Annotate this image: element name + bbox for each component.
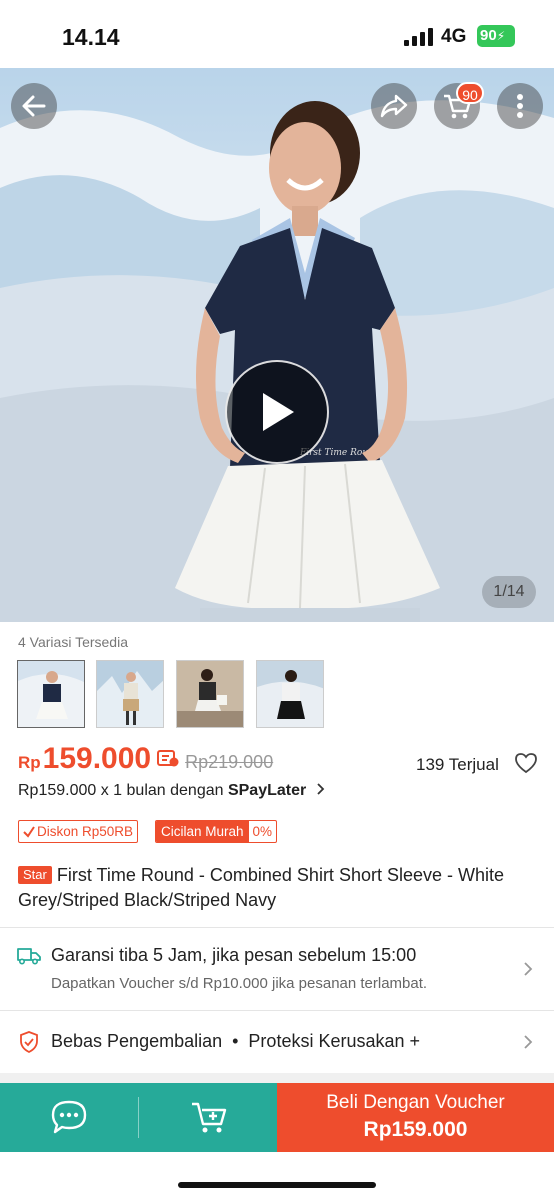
buy-price: Rp159.000 [363,1118,468,1141]
price-currency: Rp [18,753,41,772]
truck-icon [17,948,41,965]
more-options-button[interactable] [497,83,543,129]
buy-with-voucher-button[interactable]: Beli Dengan Voucher Rp159.000 [277,1083,554,1152]
arrow-left-icon [22,95,46,117]
add-to-cart-button[interactable] [190,1099,228,1140]
share-button[interactable] [371,83,417,129]
variation-image [177,661,243,727]
chat-icon [51,1100,87,1134]
network-label: 4G [441,26,467,47]
variation-image [97,661,163,727]
original-price: Rp219.000 [185,752,274,772]
cicilan-label: Cicilan Murah [156,821,249,842]
spaylater-installment[interactable]: Rp159.000 x 1 bulan dengan SPayLater [18,782,325,800]
shipping-subtitle: Dapatkan Voucher s/d Rp10.000 jika pesan… [51,975,428,992]
signal-icon [404,28,433,46]
status-time: 14.14 [62,24,120,50]
variation-thumbnail[interactable] [96,660,164,728]
variation-image [18,661,84,727]
home-indicator[interactable] [178,1182,376,1188]
variation-thumbnail[interactable] [176,660,244,728]
shipping-guarantee-row[interactable]: Garansi tiba 5 Jam, jika pesan sebelum 1… [0,928,554,1010]
check-icon [23,826,35,838]
sold-count: 139 Terjual [416,755,499,774]
heart-icon[interactable] [514,752,538,774]
battery-level: 90 [480,27,497,44]
product-title-text: First Time Round - Combined Shirt Short … [18,865,505,910]
installment-text: Rp159.000 x 1 bulan dengan [18,782,228,799]
chevron-right-icon [524,962,533,976]
variation-thumbnail[interactable] [256,660,324,728]
price-row: Rp 159.000 Rp219.000 [18,742,273,778]
cart-plus-icon [192,1102,227,1133]
returns-protection-row[interactable]: Bebas Pengembalian • Proteksi Kerusakan … [0,1011,554,1073]
back-button[interactable] [11,83,57,129]
spaylater-brand: SPayLater [227,782,307,799]
variation-thumbnail[interactable] [17,660,85,728]
cicilan-badge: Cicilan Murah 0% [155,820,278,843]
returns-text: Bebas Pengembalian • Proteksi Kerusakan … [51,1031,421,1051]
variation-label: 4 Variasi Tersedia [18,634,128,650]
play-video-button[interactable] [225,360,329,464]
play-icon [263,393,294,431]
discount-badge: Diskon Rp50RB [18,820,139,843]
share-icon [380,94,408,118]
status-bar: 14.14 4G 90⚡ [0,0,554,68]
chevron-right-icon [524,1035,533,1049]
product-photo: First Time Round [0,100,554,622]
bottom-action-bar: Beli Dengan Voucher Rp159.000 [0,1083,554,1152]
image-counter: 1/14 [482,576,536,608]
shipping-title: Garansi tiba 5 Jam, jika pesan sebelum 1… [51,945,417,965]
current-price: 159.000 [42,742,152,775]
more-vertical-icon [517,94,523,118]
secondary-actions [0,1083,277,1152]
cart-count-badge: 90 [456,82,484,104]
battery-icon: 90⚡ [477,25,515,47]
product-image-carousel[interactable]: First Time Round [0,68,554,622]
chat-button[interactable] [50,1099,88,1140]
variation-image [257,661,323,727]
coin-voucher-icon [157,750,179,767]
discount-text: Diskon Rp50RB [37,824,134,839]
product-title: Star First Time Round - Combined Shirt Sh… [18,863,543,913]
cicilan-percent: 0% [252,824,273,839]
shield-icon [20,1031,38,1053]
section-spacer [0,1073,554,1083]
chevron-right-icon [317,783,324,795]
bar-separator [138,1097,139,1138]
buy-label: Beli Dengan Voucher [326,1092,505,1113]
star-badge: Star [18,866,52,884]
